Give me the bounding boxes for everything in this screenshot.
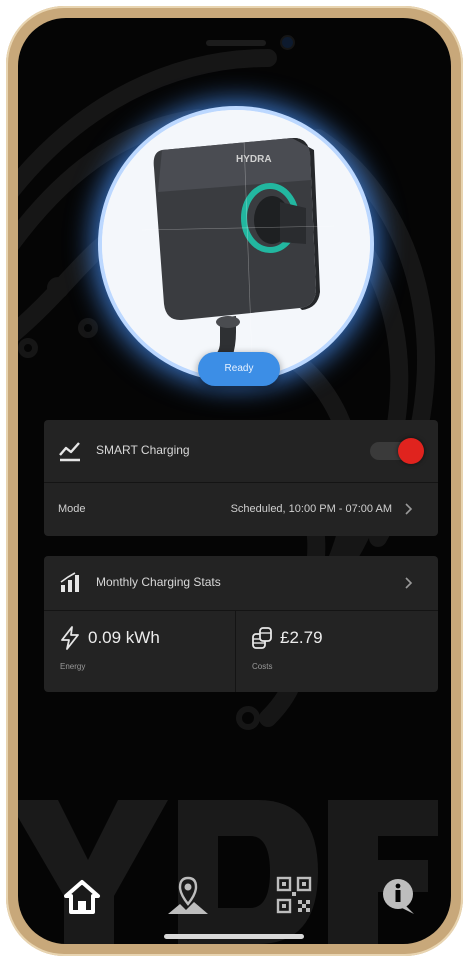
qr-code-icon xyxy=(276,876,312,914)
costs-label: Costs xyxy=(252,662,273,671)
smart-charging-title: SMART Charging xyxy=(96,443,190,457)
mode-value: Scheduled, 10:00 PM - 07:00 AM xyxy=(230,503,392,515)
home-indicator[interactable] xyxy=(164,934,304,939)
bar-chart-icon xyxy=(60,572,79,592)
phone-frame: HYDRA Ready SMART Charging Mode Schedule… xyxy=(6,6,463,956)
nav-scan-button[interactable] xyxy=(270,874,318,918)
nav-home-button[interactable] xyxy=(58,874,106,918)
smart-charging-card: SMART Charging Mode Scheduled, 10:00 PM … xyxy=(44,420,438,536)
map-pin-icon xyxy=(168,876,208,914)
coins-icon xyxy=(252,627,272,649)
monthly-stats-card: Monthly Charging Stats 0.09 kWh Energy £… xyxy=(44,556,438,692)
charger-status-badge[interactable]: Ready xyxy=(198,352,280,386)
lightning-icon xyxy=(61,626,79,650)
smart-charging-header: SMART Charging xyxy=(44,420,438,482)
trend-chart-icon xyxy=(59,442,80,462)
mode-label: Mode xyxy=(58,503,86,515)
energy-stat: 0.09 kWh Energy xyxy=(44,611,234,692)
costs-value: £2.79 xyxy=(280,628,323,647)
bottom-navigation xyxy=(18,866,451,944)
costs-stat: £2.79 Costs xyxy=(235,611,439,692)
earpiece-speaker xyxy=(206,40,266,46)
nav-info-button[interactable] xyxy=(376,874,424,918)
smart-charging-toggle[interactable] xyxy=(370,438,424,464)
toggle-knob xyxy=(398,438,424,464)
chevron-right-icon xyxy=(405,503,413,515)
charger-image: HYDRA xyxy=(102,110,370,378)
home-icon xyxy=(64,880,100,914)
monthly-stats-header[interactable]: Monthly Charging Stats xyxy=(44,556,438,611)
nav-map-button[interactable] xyxy=(164,874,212,918)
charger-device-graphic: HYDRA xyxy=(102,110,370,378)
front-camera xyxy=(282,37,293,48)
energy-value: 0.09 kWh xyxy=(88,628,160,647)
monthly-stats-title: Monthly Charging Stats xyxy=(96,575,221,589)
chevron-right-icon xyxy=(405,577,413,589)
energy-label: Energy xyxy=(60,662,86,671)
charger-brand-text: HYDRA xyxy=(236,154,272,165)
app-screen: HYDRA Ready SMART Charging Mode Schedule… xyxy=(18,18,451,944)
info-icon xyxy=(383,879,414,914)
mode-row[interactable]: Mode Scheduled, 10:00 PM - 07:00 AM xyxy=(44,482,438,537)
